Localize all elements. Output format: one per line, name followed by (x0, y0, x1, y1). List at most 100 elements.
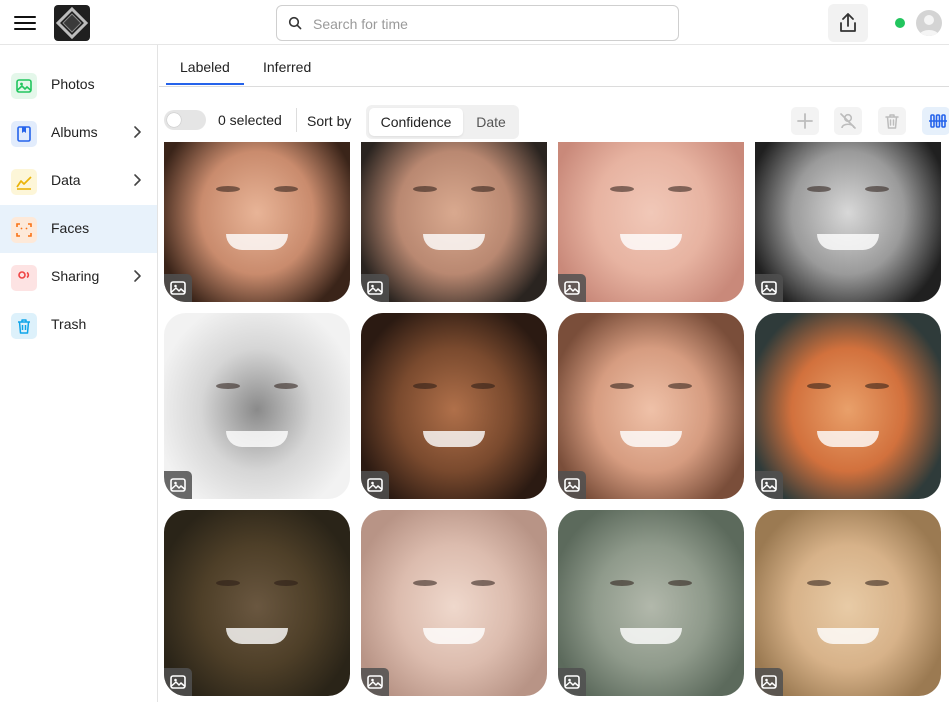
face-eye (216, 580, 240, 586)
remove-person-button[interactable] (834, 107, 862, 135)
sidebar-item-label: Albums (51, 124, 98, 140)
face-eye (274, 186, 298, 192)
user-off-icon (840, 113, 856, 129)
face-eye (216, 383, 240, 389)
sidebar-item-photos[interactable]: Photos (0, 61, 157, 109)
face-thumbnail[interactable] (558, 313, 744, 499)
image-icon (170, 281, 186, 295)
sidebar-item-label: Trash (51, 316, 87, 332)
face-mouth (226, 628, 288, 644)
image-icon (761, 675, 777, 689)
face-thumbnail[interactable] (164, 510, 350, 696)
image-badge (558, 274, 586, 302)
image-badge (164, 274, 192, 302)
face-mouth (423, 234, 485, 250)
toolbar: 0 selected Sort by Confidence Date (159, 105, 949, 141)
face-eye (865, 186, 889, 192)
sidebar-item-data[interactable]: Data (0, 157, 157, 205)
users-icon (11, 265, 37, 291)
face-eye (471, 580, 495, 586)
delete-button[interactable] (878, 107, 906, 135)
face-eye (610, 383, 634, 389)
sidebar-item-trash[interactable]: Trash (0, 301, 157, 349)
image-badge (164, 668, 192, 696)
face-thumbnail[interactable] (361, 313, 547, 499)
image-icon (564, 281, 580, 295)
face-image (361, 510, 547, 696)
face-mouth (423, 628, 485, 644)
image-badge (361, 274, 389, 302)
face-eye (668, 383, 692, 389)
app-logo[interactable] (54, 5, 90, 41)
image-badge (755, 471, 783, 499)
search-input[interactable] (313, 14, 668, 34)
face-eye (610, 186, 634, 192)
faces-grid (164, 142, 949, 702)
face-eye (413, 186, 437, 192)
chevron-right-icon[interactable] (131, 269, 143, 283)
face-mouth (226, 234, 288, 250)
face-eye (471, 383, 495, 389)
menu-icon[interactable] (14, 13, 36, 31)
sidebar-item-label: Data (51, 172, 81, 188)
face-thumbnail[interactable] (755, 313, 941, 499)
sidebar-item-albums[interactable]: Albums (0, 109, 157, 157)
face-mouth (620, 234, 682, 250)
tab-labeled[interactable]: Labeled (166, 59, 244, 85)
face-eye (274, 580, 298, 586)
face-mouth (423, 431, 485, 447)
sort-confidence-button[interactable]: Confidence (369, 108, 463, 136)
face-image (361, 313, 547, 499)
upload-icon (840, 13, 856, 32)
face-thumbnail[interactable] (361, 142, 547, 302)
face-image (558, 510, 744, 696)
face-eye (610, 580, 634, 586)
image-badge (558, 471, 586, 499)
divider (296, 108, 297, 132)
main-content: Labeled Inferred 0 selected Sort by Conf… (159, 45, 949, 702)
face-thumbnail[interactable] (558, 510, 744, 696)
tune-button[interactable] (922, 107, 949, 135)
image-icon (564, 675, 580, 689)
face-eye (668, 186, 692, 192)
chart-line-icon (11, 169, 37, 195)
avatar[interactable] (916, 10, 942, 36)
select-all-toggle[interactable] (164, 110, 206, 130)
face-thumbnail[interactable] (164, 313, 350, 499)
face-thumbnail[interactable] (558, 142, 744, 302)
tab-inferred[interactable]: Inferred (263, 59, 311, 75)
sidebar-item-label: Faces (51, 220, 90, 236)
face-eye (216, 186, 240, 192)
image-badge (558, 668, 586, 696)
sidebar-item-label: Sharing (51, 268, 100, 284)
album-icon (11, 121, 37, 147)
face-eye (413, 383, 437, 389)
image-badge (755, 668, 783, 696)
face-thumbnail[interactable] (755, 510, 941, 696)
search-bar[interactable] (276, 5, 679, 41)
chevron-right-icon[interactable] (131, 125, 143, 139)
sort-date-button[interactable]: Date (466, 108, 516, 136)
tab-bar: Labeled Inferred (159, 45, 949, 87)
chevron-right-icon[interactable] (131, 173, 143, 187)
selected-count: 0 selected (218, 112, 282, 128)
face-eye (807, 383, 831, 389)
face-mouth (620, 628, 682, 644)
sidebar-item-sharing[interactable]: Sharing (0, 253, 157, 301)
sidebar-item-faces[interactable]: Faces (0, 205, 157, 253)
face-thumbnail[interactable] (755, 142, 941, 302)
trash-icon (885, 114, 899, 129)
top-bar (0, 0, 949, 45)
face-image (755, 510, 941, 696)
sort-by-label: Sort by (307, 113, 352, 129)
face-eye (865, 383, 889, 389)
add-button[interactable] (791, 107, 819, 135)
face-thumbnail[interactable] (164, 142, 350, 302)
image-icon (170, 478, 186, 492)
upload-button[interactable] (828, 4, 868, 42)
face-eye (865, 580, 889, 586)
image-icon (761, 281, 777, 295)
image-badge (755, 274, 783, 302)
face-thumbnail[interactable] (361, 510, 547, 696)
sidebar: Photos Albums Data Faces Sharing Trash (0, 45, 158, 702)
